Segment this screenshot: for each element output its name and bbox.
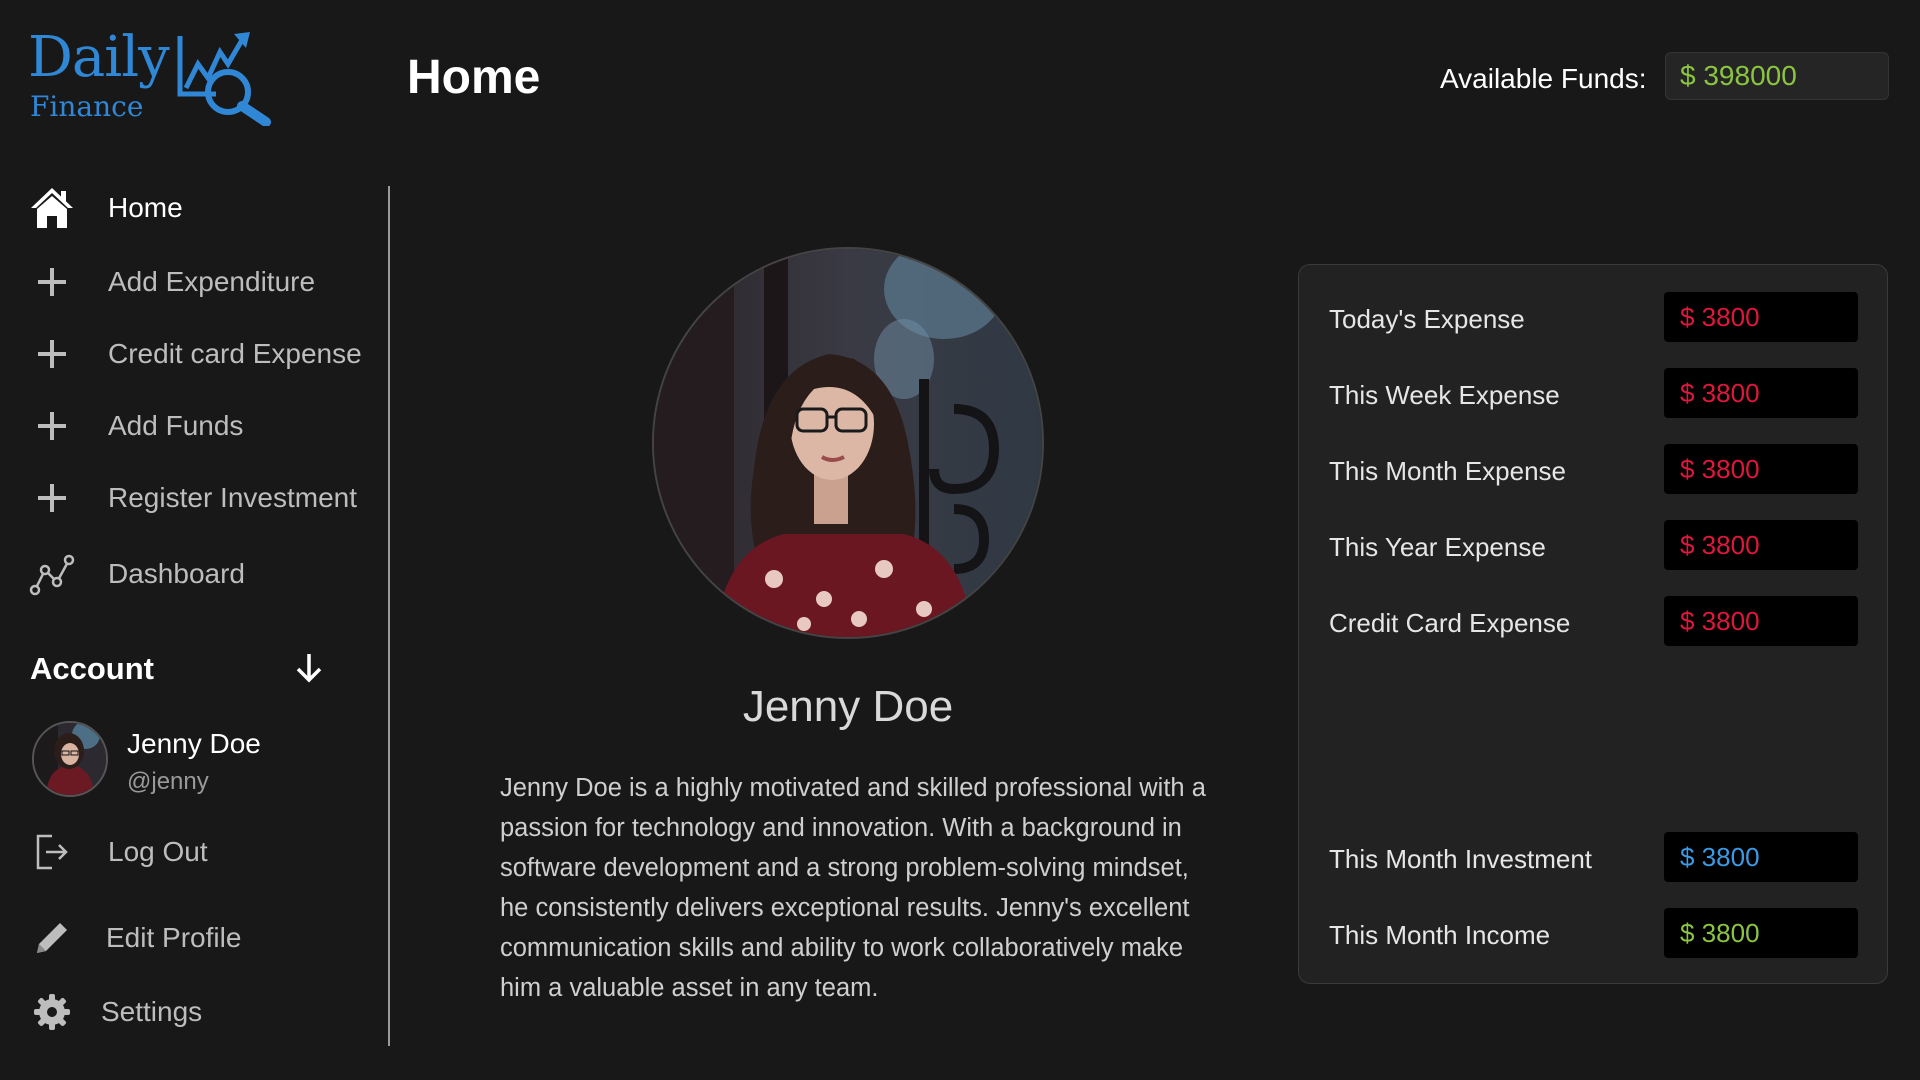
logout-icon [28, 828, 76, 876]
sidebar-item-label: Add Expenditure [108, 266, 316, 297]
line-chart-icon [28, 550, 76, 598]
month-expense-label: This Month Expense [1329, 456, 1567, 486]
available-funds-label: Available Funds: [1440, 63, 1647, 94]
sidebar-item-label: Register Investment [108, 482, 357, 513]
sidebar-item-add-expenditure[interactable]: Add Expenditure [28, 252, 378, 312]
sidebar-item-register-investment[interactable]: Register Investment [28, 468, 378, 528]
logo-text-finance: Finance [30, 90, 144, 123]
logout-button[interactable]: Log Out [28, 822, 378, 882]
week-expense-label: This Week Expense [1329, 380, 1560, 410]
page-title: Home [407, 51, 541, 104]
gear-icon [28, 988, 76, 1036]
credit-card-expense-value: $ 3800 [1664, 596, 1858, 646]
plus-icon [28, 330, 76, 378]
pencil-icon [28, 914, 76, 962]
todays-expense-label: Today's Expense [1329, 304, 1525, 334]
plus-icon [28, 402, 76, 450]
edit-profile-label: Edit Profile [106, 922, 242, 953]
sidebar-item-credit-card-expense[interactable]: Credit card Expense [28, 324, 378, 384]
app-window: Daily Finance Home Available Funds: $ 39… [0, 0, 1920, 1080]
sidebar-item-label: Home [108, 192, 183, 223]
logout-label: Log Out [108, 836, 208, 867]
account-section-title: Account [30, 651, 154, 686]
month-expense-value: $ 3800 [1664, 444, 1858, 494]
sidebar-item-label: Add Funds [108, 410, 244, 441]
month-investment-label: This Month Investment [1329, 844, 1592, 874]
week-expense-value: $ 3800 [1664, 368, 1858, 418]
sidebar-divider [388, 186, 390, 1046]
todays-expense-value: $ 3800 [1664, 292, 1858, 342]
sidebar-item-label: Credit card Expense [108, 338, 362, 369]
profile-bio: Jenny Doe is a highly motivated and skil… [500, 774, 1206, 1002]
sidebar-item-dashboard[interactable]: Dashboard [28, 544, 378, 604]
profile-photo [652, 247, 1044, 639]
chart-magnifier-icon [177, 32, 271, 126]
month-investment-value: $ 3800 [1664, 832, 1858, 882]
sidebar-item-home[interactable]: Home [28, 178, 378, 238]
edit-profile-button[interactable]: Edit Profile [28, 908, 378, 968]
user-name: Jenny Doe [127, 728, 261, 759]
year-expense-label: This Year Expense [1329, 532, 1546, 562]
month-income-label: This Month Income [1329, 920, 1551, 950]
profile-name: Jenny Doe [742, 682, 954, 731]
year-expense-value: $ 3800 [1664, 520, 1858, 570]
settings-button[interactable]: Settings [28, 982, 378, 1042]
plus-icon [28, 258, 76, 306]
sidebar-item-add-funds[interactable]: Add Funds [28, 396, 378, 456]
avatar[interactable] [32, 721, 108, 797]
settings-label: Settings [101, 996, 203, 1027]
arrow-down-icon[interactable] [294, 650, 324, 686]
available-funds-value: $ 398000 [1665, 52, 1889, 100]
month-income-value: $ 3800 [1664, 908, 1858, 958]
app-logo[interactable]: Daily Finance [28, 26, 278, 126]
home-icon [28, 184, 76, 232]
credit-card-expense-label: Credit Card Expense [1329, 608, 1571, 638]
sidebar-item-label: Dashboard [108, 558, 245, 589]
plus-icon [28, 474, 76, 522]
logo-text-daily: Daily [28, 25, 170, 90]
user-handle: @jenny [127, 768, 209, 795]
